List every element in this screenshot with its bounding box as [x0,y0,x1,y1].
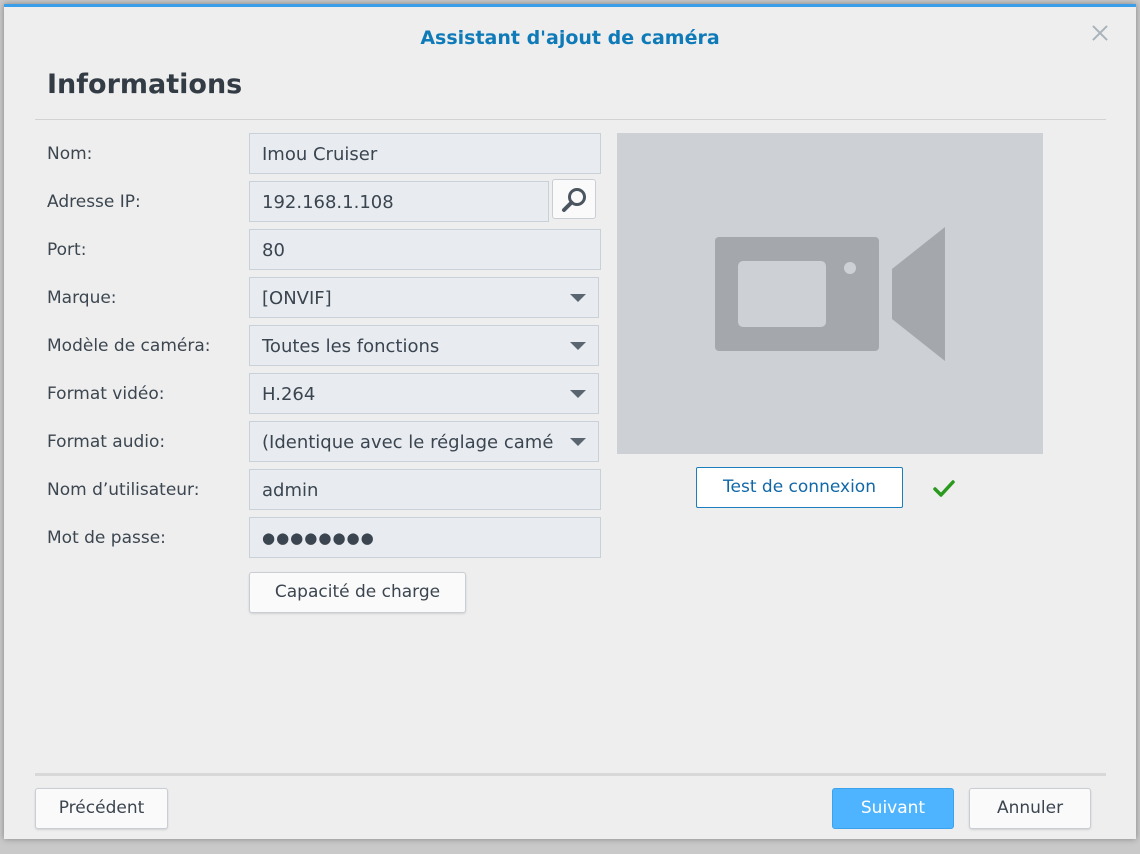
video-format-value: H.264 [262,384,316,405]
chevron-down-icon [570,438,586,446]
chevron-down-icon [570,390,586,398]
previous-button[interactable]: Précédent [35,788,168,829]
footer-divider [35,773,1106,776]
chevron-down-icon [570,342,586,350]
ip-input[interactable]: 192.168.1.108 [249,181,549,222]
audio-format-select[interactable]: (Identique avec le réglage camé [249,421,599,462]
audio-format-value: (Identique avec le réglage camé [262,432,554,453]
test-connection-button[interactable]: Test de connexion [696,467,903,508]
section-divider [35,119,1106,120]
load-capacity-button[interactable]: Capacité de charge [249,572,466,613]
port-label: Port: [47,240,87,260]
brand-value: [ONVIF] [262,288,332,309]
search-button[interactable] [552,179,596,219]
dialog-title: Assistant d'ajout de caméra [420,27,720,49]
username-value: admin [262,480,319,501]
brand-select[interactable]: [ONVIF] [249,277,599,318]
cancel-button[interactable]: Annuler [969,788,1091,829]
password-value: ●●●●●●●● [262,529,375,547]
brand-label: Marque: [47,288,117,308]
search-icon [562,188,586,212]
password-label: Mot de passe: [47,528,166,548]
video-format-label: Format vidéo: [47,384,165,404]
checkmark-icon [933,480,955,497]
username-label: Nom d’utilisateur: [47,480,200,500]
video-camera-icon [715,227,945,361]
model-select[interactable]: Toutes les fonctions [249,325,599,366]
section-title: Informations [47,69,243,100]
password-input[interactable]: ●●●●●●●● [249,517,601,558]
next-button[interactable]: Suivant [832,788,954,829]
video-format-select[interactable]: H.264 [249,373,599,414]
name-label: Nom: [47,144,93,164]
camera-wizard-dialog: Assistant d'ajout de caméra Informations… [4,4,1136,839]
name-input[interactable]: Imou Cruiser [249,133,601,174]
name-value: Imou Cruiser [262,144,378,165]
model-value: Toutes les fonctions [262,336,440,357]
username-input[interactable]: admin [249,469,601,510]
port-value: 80 [262,240,285,261]
port-input[interactable]: 80 [249,229,601,270]
chevron-down-icon [570,294,586,302]
model-label: Modèle de caméra: [47,336,211,356]
audio-format-label: Format audio: [47,432,166,452]
close-icon[interactable] [1088,21,1112,45]
ip-value: 192.168.1.108 [262,192,394,213]
camera-preview [617,133,1043,454]
ip-label: Adresse IP: [47,192,141,212]
